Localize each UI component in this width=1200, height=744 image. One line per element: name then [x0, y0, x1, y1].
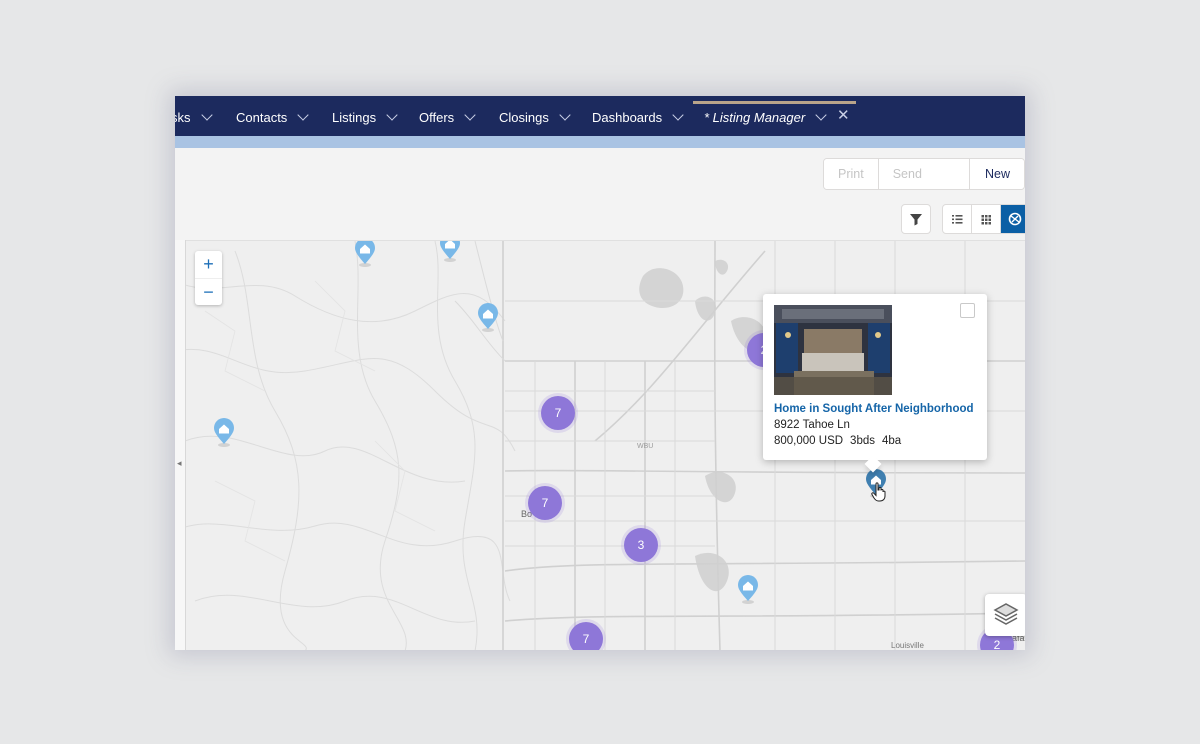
map-view-button[interactable]: [1001, 205, 1025, 233]
action-button-group: Print Send Email New: [823, 158, 1025, 190]
house-pin-icon: [355, 241, 375, 267]
nav-item-label: * Listing Manager: [704, 110, 806, 125]
map-icon: [1008, 212, 1022, 226]
chevron-down-icon[interactable]: [386, 109, 398, 121]
nav-item-dashboards[interactable]: Dashboards: [592, 96, 684, 136]
map-cluster[interactable]: 3: [624, 528, 658, 562]
send-email-button[interactable]: Send Email: [878, 159, 970, 189]
close-icon[interactable]: ✕: [837, 108, 850, 124]
listing-price: 800,000 USD: [774, 435, 844, 447]
zoom-control: + −: [195, 251, 222, 305]
house-pin-icon: [478, 303, 498, 332]
zoom-out-button[interactable]: −: [195, 278, 222, 306]
nav-item-closings[interactable]: Closings: [499, 96, 571, 136]
toolbar: Print Send Email New: [175, 148, 1025, 240]
chevron-down-icon[interactable]: [200, 109, 213, 121]
collapse-panel-edge[interactable]: ◂: [175, 240, 186, 650]
select-listing-checkbox[interactable]: [960, 303, 975, 318]
view-toggle-group: [942, 204, 1025, 234]
listing-beds: 3bds: [850, 435, 875, 447]
map-pin[interactable]: [477, 303, 499, 333]
nav-item-listings[interactable]: Listings: [332, 96, 398, 136]
map-pin[interactable]: [213, 418, 235, 448]
chevron-down-icon[interactable]: [672, 109, 684, 121]
filter-button[interactable]: [901, 204, 931, 234]
map-cluster[interactable]: 7: [528, 486, 562, 520]
nav-item-label: Contacts: [236, 110, 288, 125]
listing-address: 8922 Tahoe Ln: [774, 419, 850, 431]
list-view-button[interactable]: [943, 205, 972, 233]
map-canvas[interactable]: Bo Lafa Louisville WBU + − 7 7 3 7 2 2: [175, 240, 1025, 650]
map-layers-button[interactable]: [985, 594, 1025, 636]
bedroom-photo: [774, 305, 892, 395]
map-pin[interactable]: [354, 241, 376, 268]
map-pin[interactable]: [439, 241, 461, 263]
filter-icon: [910, 214, 922, 226]
house-pin-icon: [738, 575, 758, 604]
house-pin-icon: [214, 418, 234, 447]
house-pin-icon: [440, 241, 460, 262]
listing-baths: 4ba: [881, 435, 902, 447]
nav-item-tasks[interactable]: sks: [175, 96, 213, 136]
print-button[interactable]: Print: [824, 159, 879, 189]
map-label-wbu: WBU: [637, 443, 654, 450]
nav-item-label: Dashboards: [592, 110, 663, 125]
chevron-down-icon[interactable]: [559, 109, 571, 121]
grid-icon: [981, 215, 991, 225]
nav-bar: sks Contacts Listings Offers Closings Da…: [175, 96, 1025, 136]
map-cluster[interactable]: 7: [541, 396, 575, 430]
listing-meta: 800,000 USD 3bds 4ba: [774, 435, 908, 447]
nav-item-label: Listings: [332, 110, 377, 125]
listing-photo[interactable]: [774, 305, 892, 395]
chevron-left-icon[interactable]: ◂: [177, 458, 182, 469]
chevron-down-icon[interactable]: [464, 109, 476, 121]
nav-item-label: sks: [175, 110, 191, 125]
nav-item-label: Closings: [499, 110, 549, 125]
list-icon: [952, 215, 963, 224]
layers-icon: [993, 603, 1019, 625]
app-window: sks Contacts Listings Offers Closings Da…: [175, 96, 1025, 650]
new-button[interactable]: New: [969, 159, 1024, 189]
listing-title-link[interactable]: Home in Sought After Neighborhood: [774, 403, 974, 415]
hand-cursor-icon: [871, 482, 886, 502]
sub-header-bar: [175, 136, 1025, 148]
map-label-louisville: Louisville: [891, 641, 924, 650]
map-pin[interactable]: [737, 575, 759, 605]
listing-popup[interactable]: Home in Sought After Neighborhood 8922 T…: [763, 294, 987, 460]
map-cluster[interactable]: 7: [569, 622, 603, 650]
chevron-down-icon[interactable]: [297, 109, 309, 121]
grid-view-button[interactable]: [972, 205, 1001, 233]
nav-item-label: Offers: [419, 110, 455, 125]
nav-item-offers[interactable]: Offers: [419, 96, 476, 136]
nav-item-contacts[interactable]: Contacts: [236, 96, 309, 136]
chevron-down-icon[interactable]: [815, 109, 827, 121]
nav-item-listing-manager[interactable]: * Listing Manager: [704, 96, 827, 136]
zoom-in-button[interactable]: +: [195, 251, 222, 278]
